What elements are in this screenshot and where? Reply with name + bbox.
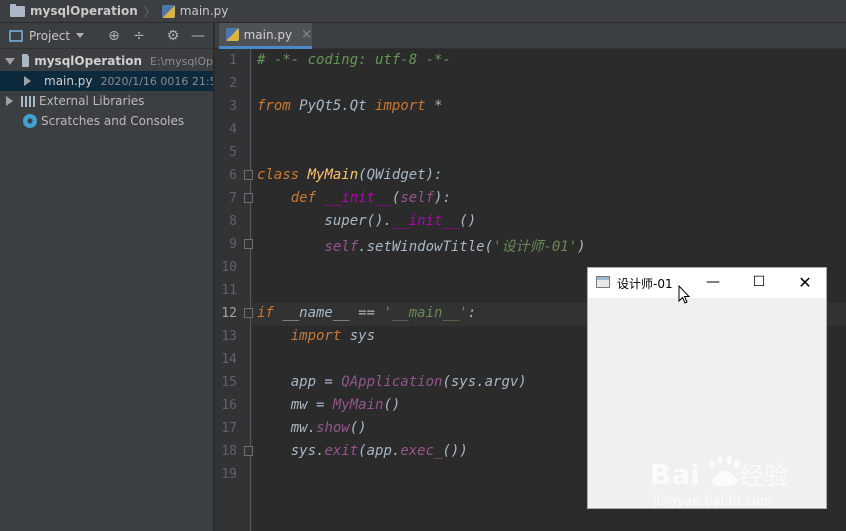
python-file-icon (161, 4, 175, 18)
tree-item-modified: 2020/1/16 0016 21:5 (100, 74, 213, 88)
project-panel-header: Project ⊕ ÷ ⚙ — (0, 23, 213, 49)
code-line: if __name__ == '__main__': (257, 305, 477, 321)
line-number: 8 (229, 214, 237, 229)
qt-window-title: 设计师-01 (617, 277, 673, 291)
line-number: 2 (229, 76, 237, 91)
code-line: class MyMain(QWidget): (257, 167, 443, 183)
project-tree: mysqlOperation E:\mysqlOp main.py 2020/1… (0, 49, 213, 531)
scratches-icon (23, 114, 37, 128)
editor-tab-bar: main.py × (215, 23, 846, 49)
fold-marker-icon[interactable] (244, 239, 253, 249)
project-view-icon (9, 29, 23, 42)
line-number: 17 (221, 421, 237, 436)
fold-marker-icon[interactable] (244, 308, 253, 318)
folder-icon (22, 53, 30, 67)
mouse-pointer-icon (678, 285, 690, 304)
qt-title-bar[interactable]: 设计师-01 — ☐ ✕ (588, 268, 826, 298)
breadcrumb-project-label: mysqlOperation (30, 4, 138, 18)
line-number-current: 12 (221, 306, 237, 321)
line-number: 19 (221, 467, 237, 482)
watermark-url: jingyan.baidu.com (653, 494, 773, 508)
breadcrumb-separator: 〉 (143, 4, 156, 19)
line-number: 16 (221, 398, 237, 413)
line-number: 13 (221, 329, 237, 344)
tree-item-scratches[interactable]: Scratches and Consoles (0, 111, 213, 131)
line-number: 11 (221, 283, 237, 298)
maximize-button[interactable]: ☐ (736, 268, 782, 297)
code-line: mw = MyMain() (257, 397, 401, 413)
code-line: mw.show() (257, 420, 367, 436)
code-line: self.setWindowTitle('设计师-01') (257, 239, 586, 255)
close-icon[interactable]: × (301, 27, 312, 42)
tree-item-label: mysqlOperation (34, 54, 142, 68)
breadcrumb-file[interactable]: main.py (161, 4, 229, 18)
tree-item-path: E:\mysqlOp (150, 54, 213, 68)
line-number: 15 (221, 375, 237, 390)
python-file-icon (226, 28, 239, 41)
baidu-jingyan-watermark: Bai 经验 jingyan.baidu.com (650, 452, 810, 514)
tab-main-py[interactable]: main.py × (219, 23, 312, 49)
tree-item-label: main.py (44, 74, 93, 88)
tab-label: main.py (243, 27, 293, 42)
line-number: 1 (229, 53, 237, 68)
tree-item-label: Scratches and Consoles (41, 114, 185, 128)
tree-item-project-root[interactable]: mysqlOperation E:\mysqlOp (0, 51, 213, 71)
tree-item-external-libraries[interactable]: External Libraries (0, 91, 213, 111)
breadcrumb-file-label: main.py (179, 4, 229, 18)
close-button[interactable]: ✕ (782, 268, 828, 297)
code-line: from PyQt5.Qt import * (257, 98, 443, 114)
project-view-selector[interactable]: Project (29, 29, 70, 43)
code-line: app = QApplication(sys.argv) (257, 374, 527, 390)
code-line: sys.exit(app.exec_()) (257, 443, 468, 459)
code-line: def __init__(self): (290, 190, 451, 206)
line-number: 7 (229, 191, 237, 206)
watermark-logo: Bai 经验 (650, 456, 788, 491)
folder-icon (10, 3, 25, 17)
line-number: 14 (221, 352, 237, 367)
line-number: 3 (229, 99, 237, 114)
expand-arrow-icon[interactable] (24, 76, 31, 86)
expand-arrow-icon[interactable] (5, 57, 15, 65)
tree-item-main-py[interactable]: main.py 2020/1/16 0016 21:5 (0, 71, 213, 91)
svg-text:Bai: Bai (650, 458, 700, 491)
line-number: 18 (221, 444, 237, 459)
line-number: 5 (229, 145, 237, 160)
code-line: # -*- coding: utf-8 -*- (257, 52, 451, 68)
chevron-down-icon[interactable] (76, 33, 85, 38)
window-app-icon[interactable] (596, 276, 610, 288)
gear-icon[interactable]: ⚙ (165, 28, 181, 44)
expand-arrow-icon[interactable] (6, 96, 13, 106)
line-number: 10 (221, 260, 237, 275)
tree-item-label: External Libraries (39, 94, 145, 108)
line-number: 4 (229, 122, 237, 137)
svg-text:经验: 经验 (740, 462, 788, 490)
code-line: super().__init__() (257, 213, 477, 229)
minimize-button[interactable]: — (690, 268, 736, 297)
code-line: import sys (290, 328, 376, 344)
fold-marker-icon[interactable] (244, 193, 253, 203)
line-number: 6 (229, 168, 237, 183)
collapse-all-icon[interactable]: ÷ (131, 28, 147, 44)
fold-marker-icon[interactable] (244, 446, 253, 456)
hide-panel-icon[interactable]: — (190, 28, 206, 44)
locate-icon[interactable]: ⊕ (106, 28, 122, 44)
library-icon (21, 95, 35, 107)
line-number: 9 (229, 237, 237, 252)
fold-marker-icon[interactable] (244, 170, 253, 180)
gutter-divider (250, 49, 251, 531)
breadcrumb-project[interactable]: mysqlOperation (10, 3, 138, 18)
breadcrumb: mysqlOperation 〉 main.py (0, 0, 846, 23)
